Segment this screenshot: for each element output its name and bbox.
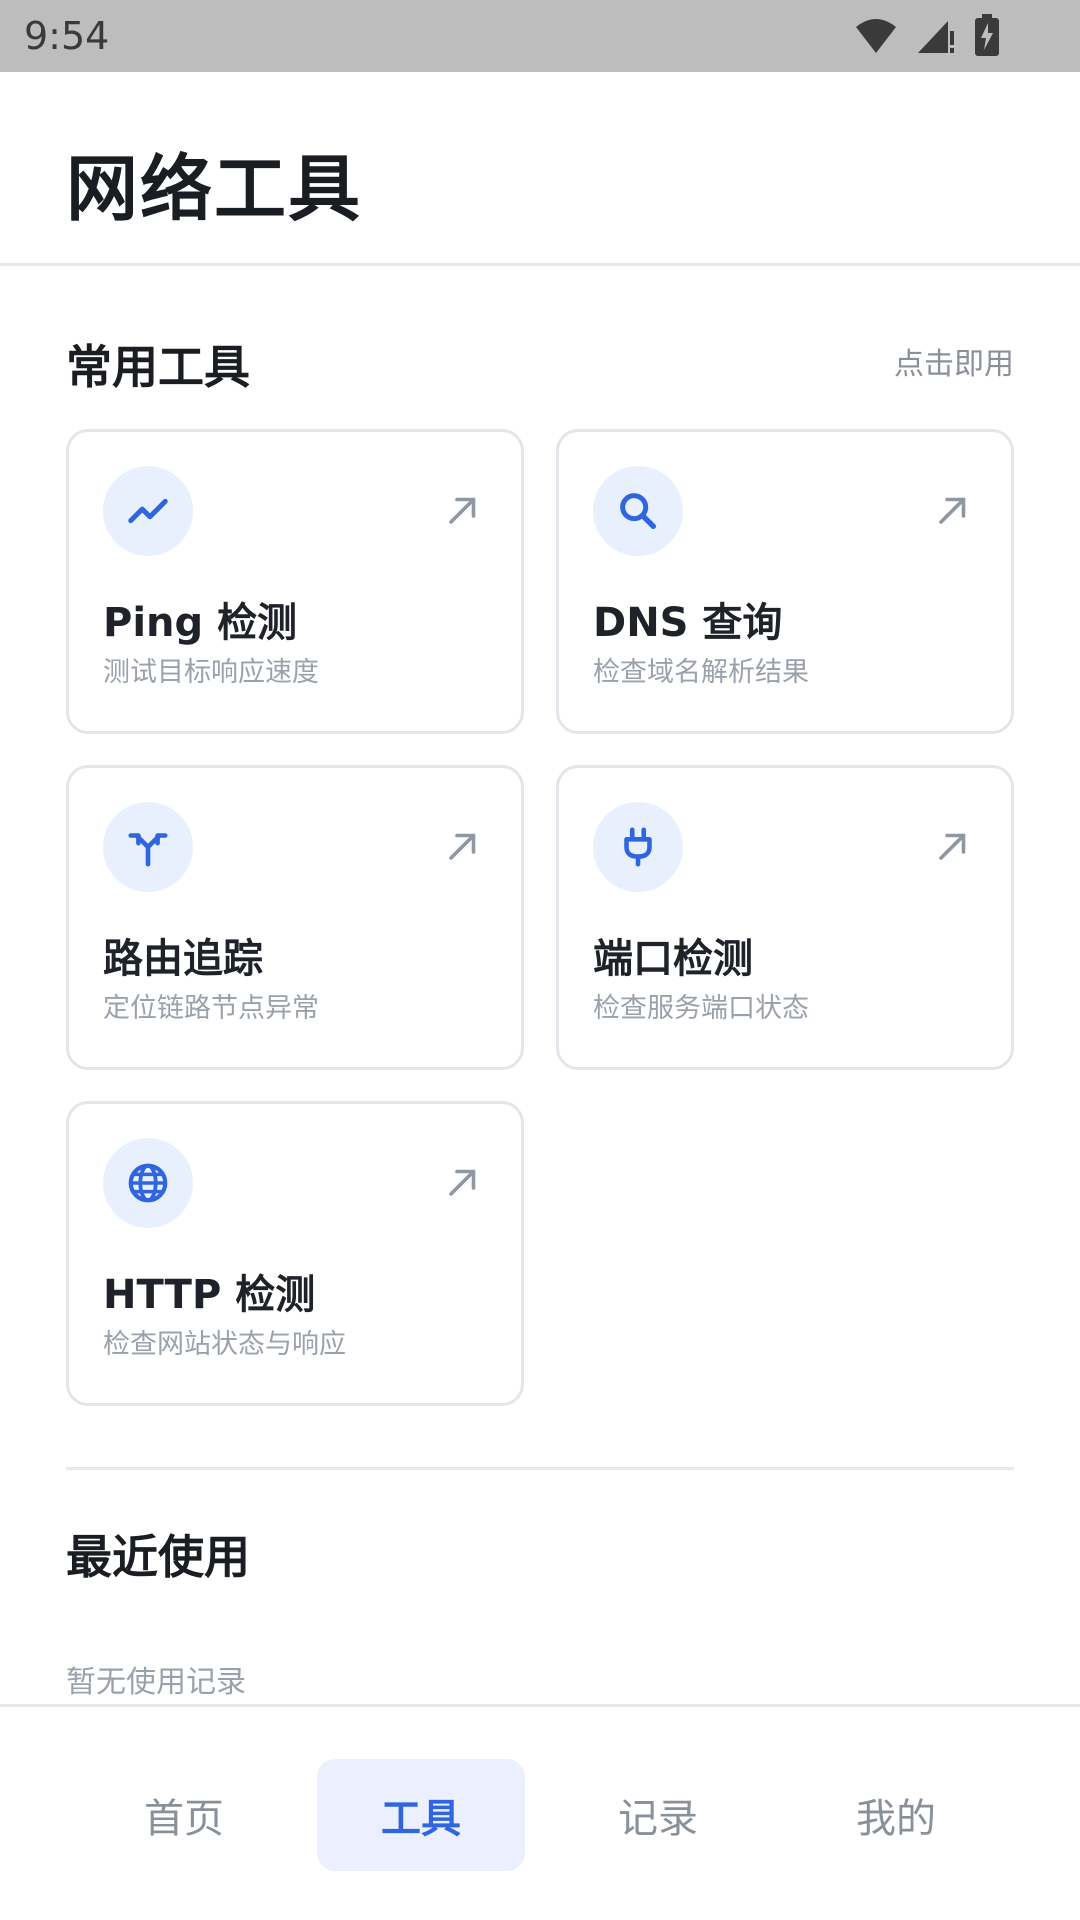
tool-card-ping[interactable]: Ping 检测 测试目标响应速度 xyxy=(66,429,524,734)
tool-card-port[interactable]: 端口检测 检查服务端口状态 xyxy=(556,765,1014,1070)
page-title: 网络工具 xyxy=(66,147,363,231)
tool-icon-bg xyxy=(103,802,193,892)
wifi-icon xyxy=(856,19,896,53)
tool-name: 端口检测 xyxy=(593,936,753,982)
nav-item-records[interactable]: 记录 xyxy=(554,1759,762,1871)
tool-name: Ping 检测 xyxy=(103,600,298,646)
status-icons xyxy=(854,14,1000,56)
tool-card-dns[interactable]: DNS 查询 检查域名解析结果 xyxy=(556,429,1014,734)
nav-item-tools[interactable]: 工具 xyxy=(317,1759,525,1871)
status-time: 9:54 xyxy=(24,14,110,58)
app-header: 网络工具 xyxy=(0,72,1080,266)
status-bar: 9:54 xyxy=(0,0,1080,72)
common-tools-header: 常用工具 点击即用 xyxy=(66,331,1014,394)
arrow-up-right-icon xyxy=(939,833,966,860)
trend-icon xyxy=(128,498,168,524)
tool-name: DNS 查询 xyxy=(593,600,783,646)
tool-icon-bg xyxy=(103,466,193,556)
route-fork-icon xyxy=(128,833,168,867)
content: 常用工具 点击即用 Ping 检测 测试目标响应速度 DNS 查询 检查域名解析… xyxy=(0,269,1080,1704)
arrow-up-right-icon xyxy=(449,497,476,524)
plug-icon xyxy=(624,827,652,867)
tool-desc: 检查网站状态与响应 xyxy=(103,1329,346,1360)
tool-name: HTTP 检测 xyxy=(103,1272,316,1318)
recent-header: 最近使用 xyxy=(66,1521,1014,1584)
globe-icon xyxy=(128,1163,168,1203)
arrow-up-right-icon xyxy=(939,497,966,524)
arrow-up-right-icon xyxy=(449,833,476,860)
search-icon xyxy=(620,493,657,530)
tool-card-traceroute[interactable]: 路由追踪 定位链路节点异常 xyxy=(66,765,524,1070)
tool-icon-bg xyxy=(103,1138,193,1228)
nav-item-profile[interactable]: 我的 xyxy=(792,1759,1000,1871)
tool-card-http[interactable]: HTTP 检测 检查网站状态与响应 xyxy=(66,1101,524,1406)
section-title-common-tools: 常用工具 xyxy=(66,340,250,394)
tool-icon-bg xyxy=(593,802,683,892)
nav-item-home[interactable]: 首页 xyxy=(80,1759,288,1871)
arrow-up-right-icon xyxy=(449,1169,476,1196)
tool-icon-bg xyxy=(593,466,683,556)
battery-charging-icon xyxy=(975,14,999,56)
signal-icon xyxy=(918,21,954,53)
tool-desc: 定位链路节点异常 xyxy=(103,993,319,1024)
tool-desc: 检查域名解析结果 xyxy=(593,657,809,688)
tool-name: 路由追踪 xyxy=(103,936,263,982)
empty-recent-text: 暂无使用记录 xyxy=(66,1665,246,1700)
tool-desc: 检查服务端口状态 xyxy=(593,993,809,1024)
section-hint: 点击即用 xyxy=(894,347,1014,382)
bottom-nav: 首页 工具 记录 我的 xyxy=(0,1704,1080,1920)
tool-desc: 测试目标响应速度 xyxy=(103,657,319,688)
section-title-recent: 最近使用 xyxy=(66,1530,250,1584)
section-divider xyxy=(66,1467,1014,1470)
